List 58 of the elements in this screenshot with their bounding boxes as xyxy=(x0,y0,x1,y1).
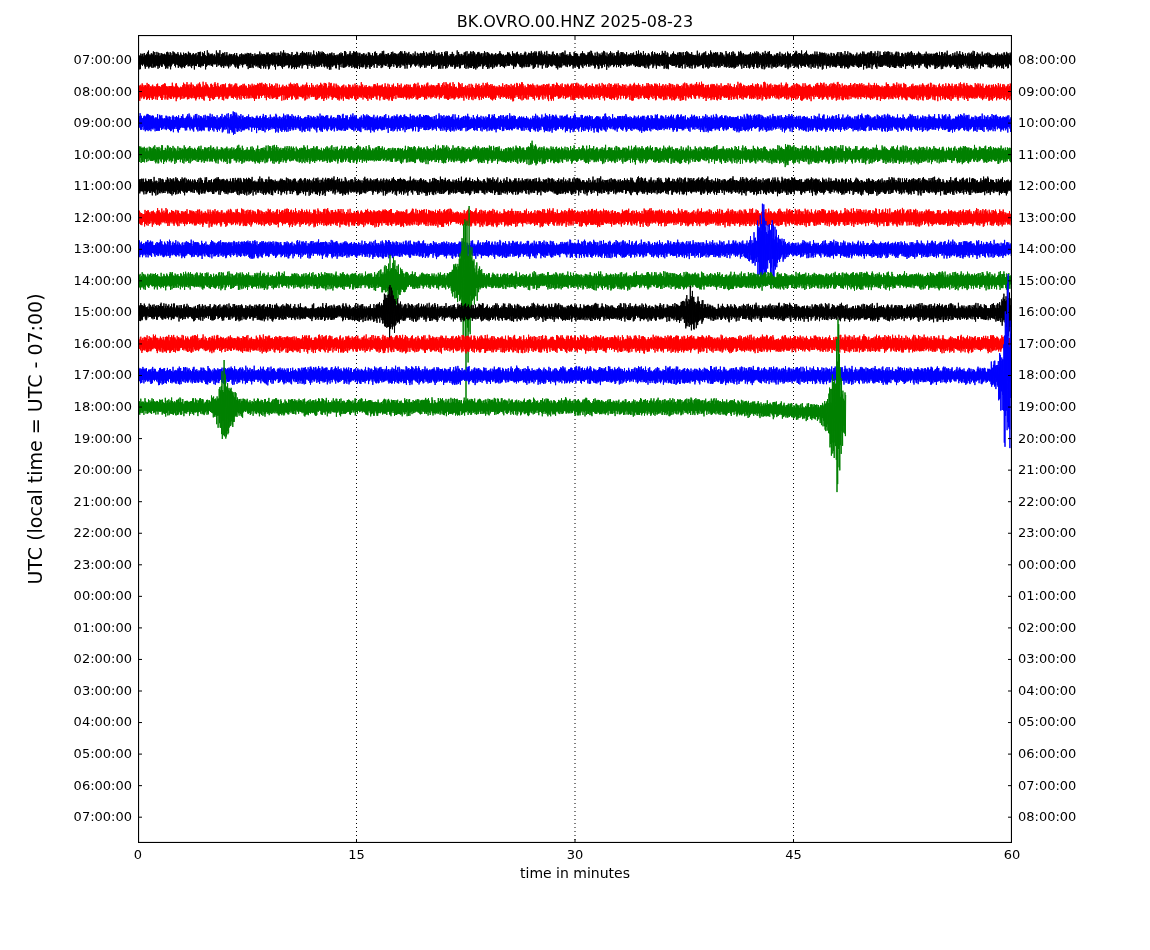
y-tick-label: 01:00:00 xyxy=(73,618,133,637)
y-tick-label: 17:00:00 xyxy=(1017,334,1077,353)
y-tick-label: 11:00:00 xyxy=(73,177,133,196)
y-tick-label: 06:00:00 xyxy=(1017,745,1077,764)
y-axis-label: UTC (local time = UTC - 07:00) xyxy=(24,293,46,585)
y-tick-label: 19:00:00 xyxy=(73,429,133,448)
y-tick-label: 22:00:00 xyxy=(73,524,133,543)
y-tick-label: 03:00:00 xyxy=(1017,650,1077,669)
x-tick-label: 30 xyxy=(566,847,584,862)
y-tick-label: 07:00:00 xyxy=(73,51,133,69)
y-tick-label: 11:00:00 xyxy=(1017,145,1077,164)
y-tick-label: 10:00:00 xyxy=(1017,114,1077,133)
y-tick-label: 12:00:00 xyxy=(1017,177,1077,196)
y-tick-label: 16:00:00 xyxy=(73,334,133,353)
y-tick-label: 23:00:00 xyxy=(73,555,133,574)
y-tick-label: 02:00:00 xyxy=(73,650,133,669)
y-tick-label: 01:00:00 xyxy=(1017,587,1077,606)
y-tick-label: 07:00:00 xyxy=(73,808,133,827)
y-tick-label: 14:00:00 xyxy=(73,271,133,290)
y-tick-label: 00:00:00 xyxy=(73,587,133,606)
x-tick-label: 0 xyxy=(133,847,143,862)
y-tick-label: 07:00:00 xyxy=(1017,776,1077,795)
y-tick-label: 15:00:00 xyxy=(1017,271,1077,290)
y-tick-label: 05:00:00 xyxy=(1017,713,1077,732)
y-tick-label: 10:00:00 xyxy=(73,145,133,164)
y-tick-label: 18:00:00 xyxy=(73,398,133,416)
y-tick-label: 08:00:00 xyxy=(1017,808,1077,827)
x-tick-label: 15 xyxy=(348,847,365,862)
y-tick-label: 02:00:00 xyxy=(1017,618,1077,637)
y-tick-label: 09:00:00 xyxy=(1017,82,1077,101)
y-tick-label: 03:00:00 xyxy=(73,681,133,700)
y-tick-label: 21:00:00 xyxy=(73,492,133,511)
y-tick-label: 13:00:00 xyxy=(73,240,133,259)
y-tick-label: 16:00:00 xyxy=(1017,303,1077,322)
y-tick-label: 12:00:00 xyxy=(73,208,133,227)
x-tick-label: 60 xyxy=(1003,847,1021,862)
y-tick-label: 22:00:00 xyxy=(1017,492,1077,511)
y-tick-label: 17:00:00 xyxy=(73,366,133,385)
y-tick-label: 18:00:00 xyxy=(1017,366,1077,385)
y-tick-label: 20:00:00 xyxy=(73,461,133,480)
y-tick-label: 23:00:00 xyxy=(1017,524,1077,543)
y-tick-label: 08:00:00 xyxy=(73,82,133,101)
y-tick-label: 19:00:00 xyxy=(1017,398,1077,416)
y-tick-label: 04:00:00 xyxy=(73,713,133,732)
y-tick-label: 21:00:00 xyxy=(1017,461,1077,480)
x-tick-label: 45 xyxy=(785,847,802,862)
y-tick-label: 06:00:00 xyxy=(73,776,133,795)
x-axis-label: time in minutes xyxy=(520,865,630,881)
y-tick-label: 15:00:00 xyxy=(73,303,133,322)
y-tick-label: 13:00:00 xyxy=(1017,208,1077,227)
y-tick-label: 00:00:00 xyxy=(1017,555,1077,574)
y-tick-label: 14:00:00 xyxy=(1017,240,1077,259)
chart-title: BK.OVRO.00.HNZ 2025-08-23 xyxy=(455,11,695,33)
y-tick-label: 20:00:00 xyxy=(1017,429,1077,448)
y-tick-label: 04:00:00 xyxy=(1017,681,1077,700)
y-tick-label: 09:00:00 xyxy=(73,114,133,133)
y-tick-label: 08:00:00 xyxy=(1017,51,1077,69)
y-tick-label: 05:00:00 xyxy=(73,745,133,764)
